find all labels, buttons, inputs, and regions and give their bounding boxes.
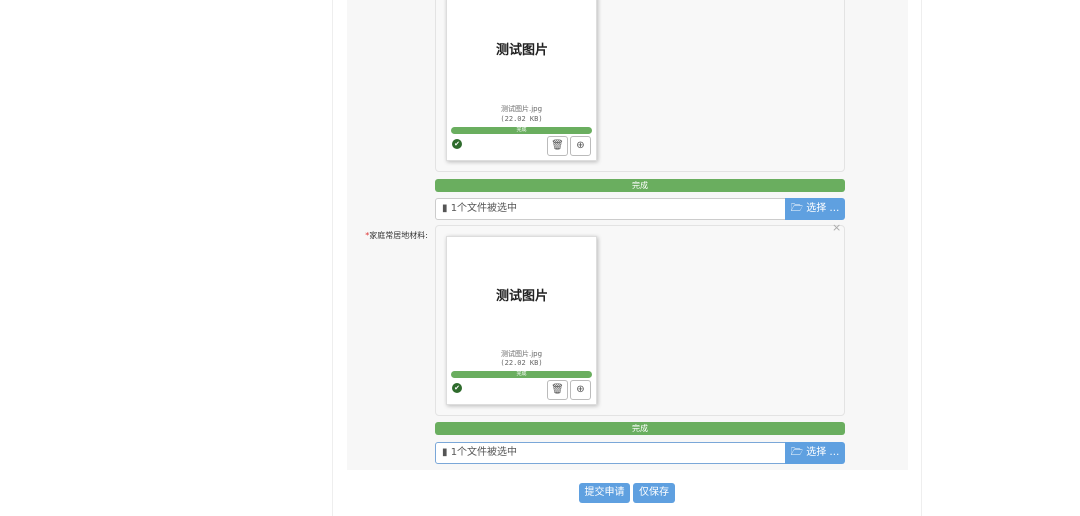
zoom-button[interactable]: ⊕ [570,136,591,156]
file-caption-input[interactable]: ▮ 1个文件被选中 [435,442,786,464]
preview-image: 测试图片 [479,0,565,101]
zoom-in-icon: ⊕ [576,140,585,151]
file-name: 测试图片.jpg [500,350,543,358]
folder-open-icon: 🗁 [790,447,807,458]
upload-progress-bar: 完成 [435,422,845,435]
file-preview-card: 测试图片 测试图片.jpg (22.02 KB) 完成 ✔ 🗑 ⊕ [446,0,597,161]
file-progress: 完成 [451,127,592,134]
submit-application-button[interactable]: 提交申请 [579,483,630,503]
file-name: 测试图片.jpg [500,105,543,113]
check-circle-icon: ✔ [452,139,462,149]
zoom-in-icon: ⊕ [576,384,585,395]
preview-image: 测试图片 [479,241,565,347]
save-only-button[interactable]: 仅保存 [633,483,675,503]
file-size: (22.02 KB) [500,115,543,123]
check-circle-icon: ✔ [452,383,462,393]
file-preview-card: 测试图片 测试图片.jpg (22.02 KB) 完成 ✔ 🗑 ⊕ [446,236,597,405]
folder-open-icon: 🗁 [790,203,807,214]
close-icon[interactable]: × [832,221,841,234]
choose-file-button[interactable]: 🗁 选择 … [785,442,845,464]
file-caption-input[interactable]: ▮ 1个文件被选中 [435,198,786,220]
trash-icon: 🗑 [551,140,564,151]
delete-button[interactable]: 🗑 [547,136,568,156]
file-progress: 完成 [451,371,592,378]
choose-file-button[interactable]: 🗁 选择 … [785,198,845,220]
file-size: (22.02 KB) [500,359,543,367]
field-label: *家庭常居地材料: [365,231,428,240]
delete-button[interactable]: 🗑 [547,380,568,400]
upload-progress-bar: 完成 [435,179,845,192]
trash-icon: 🗑 [551,384,564,395]
file-icon: ▮ [442,203,451,214]
zoom-button[interactable]: ⊕ [570,380,591,400]
file-icon: ▮ [442,447,451,458]
